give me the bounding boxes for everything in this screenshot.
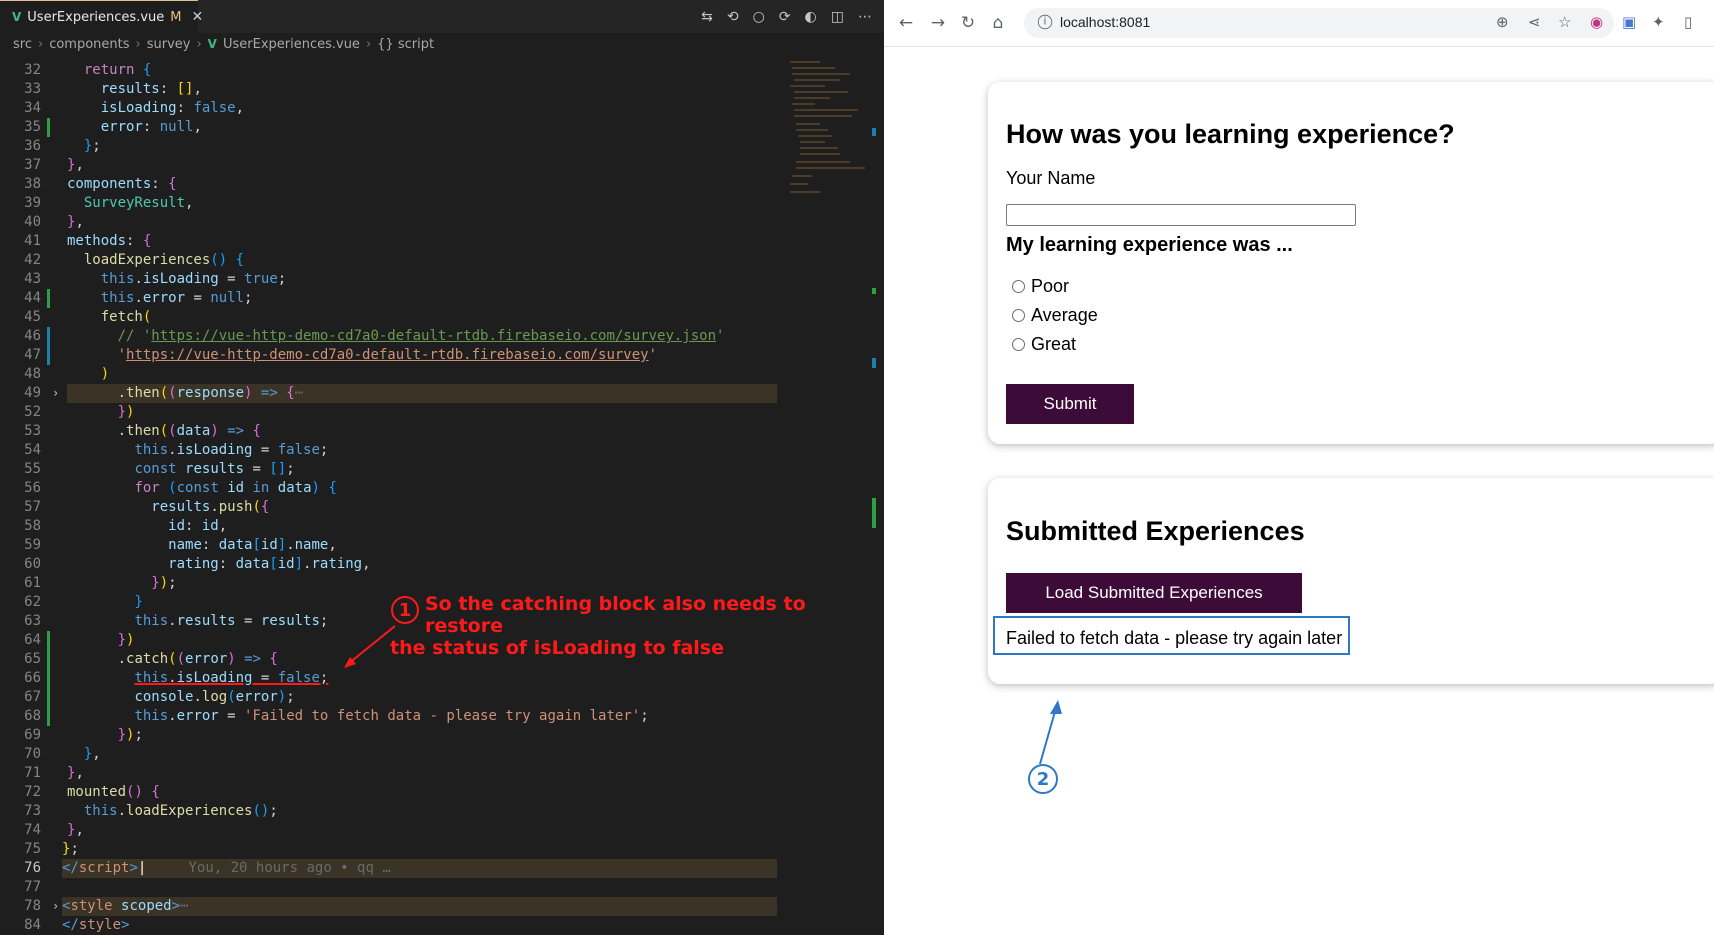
forward-icon[interactable]: → — [928, 13, 948, 33]
zoom-icon[interactable]: ⊕ — [1496, 13, 1509, 31]
modified-badge: M — [170, 9, 182, 25]
annotation-text-1: So the catching block also needs to rest… — [390, 593, 884, 659]
editor-actions: ⇆ ⟲ ○ ⟳ ◐ ◫ ⋯ — [701, 0, 872, 33]
chevron-right-icon: › — [365, 36, 372, 52]
puzzle-icon[interactable]: ✦ — [1652, 13, 1665, 31]
bookmark-star-icon[interactable]: ☆ — [1558, 13, 1571, 31]
radio-poor[interactable] — [1012, 280, 1025, 293]
results-title: Submitted Experiences — [1006, 516, 1305, 546]
option-average-label: Average — [1031, 305, 1098, 325]
more-actions-icon[interactable]: ⋯ — [858, 9, 872, 25]
reload-icon[interactable]: ↻ — [958, 13, 978, 33]
annotation-line-2: the status of isLoading to false — [390, 637, 724, 659]
submit-button[interactable]: Submit — [1006, 384, 1134, 424]
radio-average[interactable] — [1012, 309, 1025, 322]
extension-icon[interactable]: ◉ — [1590, 13, 1603, 31]
radio-great[interactable] — [1012, 338, 1025, 351]
vue-file-icon: V — [12, 10, 22, 24]
breadcrumb: src › components › survey › V UserExperi… — [0, 33, 884, 55]
breadcrumb-symbol[interactable]: {} script — [377, 37, 434, 52]
annotation-line-1: So the catching block also needs to rest… — [425, 593, 806, 637]
editor-tab-bar: V UserExperiences.vue M ✕ ⇆ ⟲ ○ ⟳ ◐ ◫ ⋯ — [0, 0, 884, 33]
sidepanel-icon[interactable]: ▯ — [1684, 13, 1692, 31]
error-message: Failed to fetch data - please try again … — [1006, 628, 1343, 648]
go-back-icon[interactable]: ⟲ — [727, 9, 739, 25]
previous-change-icon[interactable]: ○ — [753, 9, 765, 25]
split-editor-icon[interactable]: ◫ — [831, 9, 844, 25]
results-card: Submitted Experiences Load Submitted Exp… — [988, 478, 1714, 684]
site-info-icon[interactable]: i — [1037, 14, 1053, 30]
annotation-arrow-2 — [1039, 700, 1062, 765]
option-great-label: Great — [1031, 334, 1077, 354]
breadcrumb-components[interactable]: components — [49, 37, 129, 52]
minimap[interactable] — [780, 58, 870, 208]
chevron-right-icon: › — [135, 36, 141, 52]
rating-heading: My learning experience was ... — [1006, 234, 1293, 256]
browser-toolbar: ← → ↻ ⌂ i localhost:8081 ⊕ ⋖ ☆ ◉ ▣ ✦ ▯ — [884, 0, 1714, 47]
breadcrumb-survey[interactable]: survey — [147, 37, 191, 52]
editor-scrollbar[interactable] — [870, 58, 880, 935]
option-poor-label: Poor — [1031, 276, 1070, 296]
vue-file-icon: V — [207, 37, 217, 51]
chevron-right-icon: › — [196, 36, 202, 52]
option-average[interactable]: Average — [1012, 305, 1098, 326]
option-poor[interactable]: Poor — [1012, 276, 1069, 297]
code-editor[interactable]: V UserExperiences.vue M ✕ ⇆ ⟲ ○ ⟳ ◐ ◫ ⋯ … — [0, 0, 884, 935]
chevron-right-icon: › — [37, 36, 44, 52]
address-bar[interactable]: i localhost:8081 — [1024, 8, 1614, 38]
compare-changes-icon[interactable]: ⇆ — [701, 9, 713, 25]
survey-title: How was you learning experience? — [1006, 119, 1455, 149]
page-content: How was you learning experience? Your Na… — [884, 46, 1714, 935]
breadcrumb-file[interactable]: UserExperiences.vue — [223, 37, 360, 52]
load-experiences-button[interactable]: Load Submitted Experiences — [1006, 573, 1302, 613]
survey-card: How was you learning experience? Your Na… — [988, 82, 1714, 444]
browser-window: ← → ↻ ⌂ i localhost:8081 ⊕ ⋖ ☆ ◉ ▣ ✦ ▯ H… — [884, 0, 1714, 935]
translate-icon[interactable]: ▣ — [1622, 13, 1636, 31]
share-icon[interactable]: ⋖ — [1528, 13, 1541, 31]
annotation-badge-2: 2 — [1028, 764, 1058, 794]
breadcrumb-src[interactable]: src — [13, 37, 32, 52]
name-label: Your Name — [1006, 168, 1096, 188]
back-icon[interactable]: ← — [896, 13, 916, 33]
timeline-icon[interactable]: ◐ — [805, 9, 817, 25]
close-tab-icon[interactable]: ✕ — [191, 9, 203, 25]
name-input[interactable] — [1006, 204, 1356, 226]
editor-tab-user-experiences[interactable]: V UserExperiences.vue M ✕ — [0, 0, 203, 33]
next-change-icon[interactable]: ⟳ — [779, 9, 791, 25]
home-icon[interactable]: ⌂ — [988, 13, 1008, 33]
option-great[interactable]: Great — [1012, 334, 1076, 355]
git-blame-annotation: You, 20 hours ago • qq … — [188, 860, 391, 876]
url-text: localhost:8081 — [1060, 14, 1151, 30]
tab-filename: UserExperiences.vue — [27, 9, 165, 25]
